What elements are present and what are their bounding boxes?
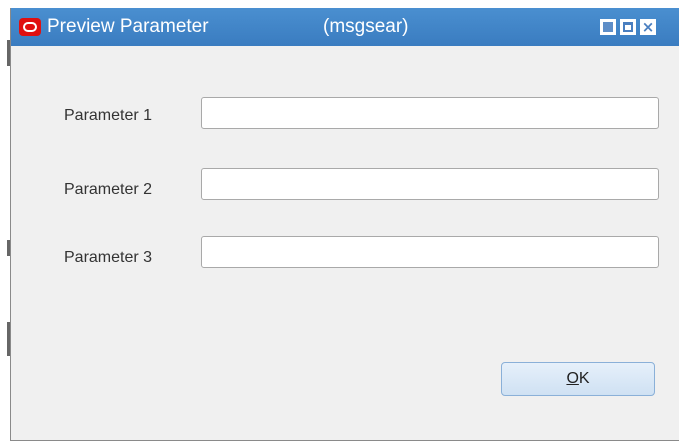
ok-mnemonic: O bbox=[566, 370, 579, 387]
preview-parameter-dialog: Preview Parameter (msgsear) × Parameter … bbox=[10, 8, 679, 441]
parameter-2-input[interactable] bbox=[201, 168, 659, 200]
minimize-icon[interactable] bbox=[600, 19, 616, 35]
parameter-3-label: Parameter 3 bbox=[64, 249, 153, 266]
maximize-icon[interactable] bbox=[620, 19, 636, 35]
parameter-2-label: Parameter 2 bbox=[64, 181, 153, 198]
oracle-logo-icon bbox=[19, 18, 41, 36]
close-icon[interactable]: × bbox=[640, 19, 656, 35]
parameter-1-label: Parameter 1 bbox=[64, 107, 153, 124]
window-title: Preview Parameter bbox=[47, 16, 209, 37]
window-subtitle: (msgsear) bbox=[323, 16, 409, 37]
ok-button-label: OK bbox=[566, 370, 589, 387]
parameter-1-input[interactable] bbox=[201, 97, 659, 129]
ok-rest: K bbox=[578, 370, 590, 387]
ok-button[interactable]: OK bbox=[501, 362, 655, 396]
parameter-3-input[interactable] bbox=[201, 236, 659, 268]
title-bar[interactable]: Preview Parameter (msgsear) × bbox=[11, 8, 679, 46]
